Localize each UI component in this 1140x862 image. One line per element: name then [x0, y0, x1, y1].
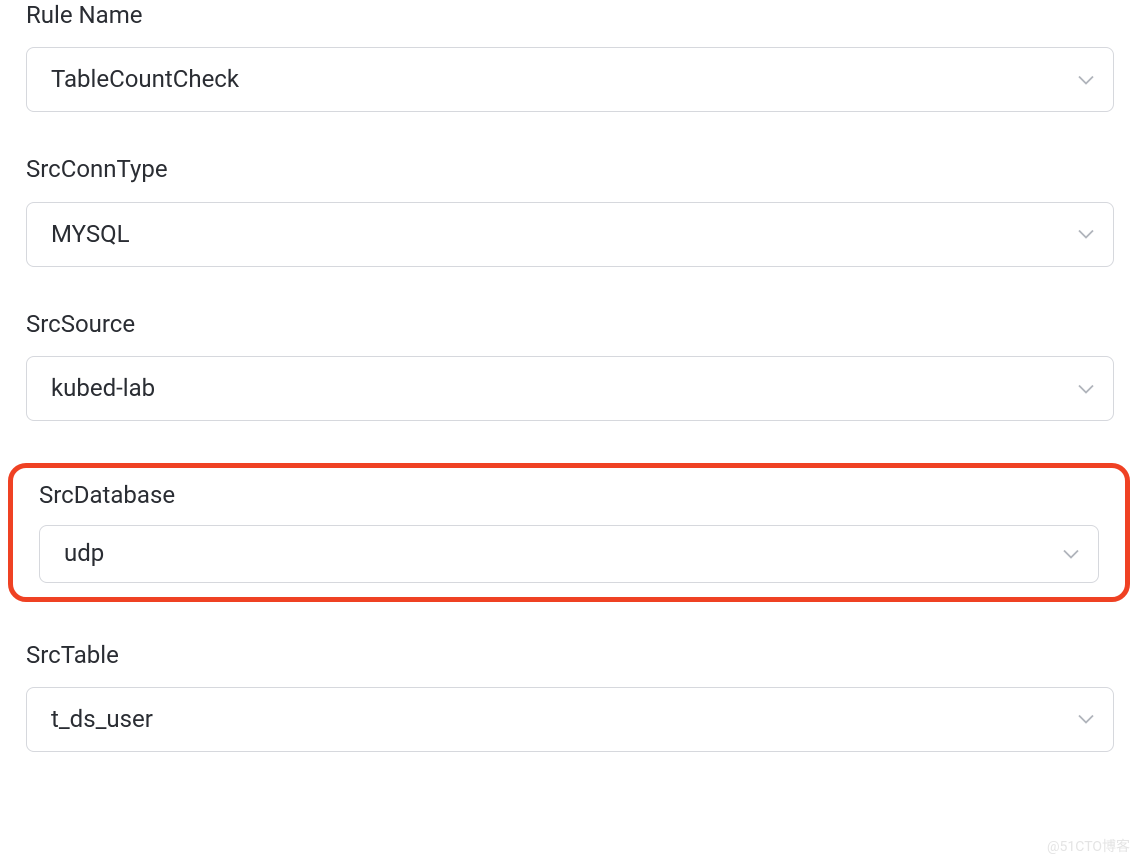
src-source-group: SrcSource kubed-lab — [0, 309, 1140, 421]
src-conn-type-select[interactable]: MYSQL — [26, 202, 1114, 267]
form-container: Rule Name TableCountCheck SrcConnType MY… — [0, 0, 1140, 752]
src-conn-type-value: MYSQL — [51, 219, 1069, 250]
chevron-down-icon — [1077, 380, 1095, 398]
src-table-group: SrcTable t_ds_user — [0, 640, 1140, 752]
src-database-group: SrcDatabase udp — [8, 463, 1130, 601]
src-database-value: udp — [64, 538, 1054, 569]
src-source-select[interactable]: kubed-lab — [26, 356, 1114, 421]
chevron-down-icon — [1077, 71, 1095, 89]
rule-name-select[interactable]: TableCountCheck — [26, 47, 1114, 112]
watermark: @51CTO博客 — [1047, 836, 1130, 856]
chevron-down-icon — [1062, 545, 1080, 563]
src-conn-type-group: SrcConnType MYSQL — [0, 154, 1140, 266]
src-table-label: SrcTable — [26, 640, 1114, 671]
src-database-label: SrcDatabase — [39, 480, 1099, 511]
src-database-select[interactable]: udp — [39, 525, 1099, 582]
src-conn-type-label: SrcConnType — [26, 154, 1114, 185]
rule-name-value: TableCountCheck — [51, 64, 1069, 95]
chevron-down-icon — [1077, 710, 1095, 728]
src-table-value: t_ds_user — [51, 704, 1069, 735]
src-table-select[interactable]: t_ds_user — [26, 687, 1114, 752]
src-source-label: SrcSource — [26, 309, 1114, 340]
rule-name-group: Rule Name TableCountCheck — [0, 0, 1140, 112]
src-source-value: kubed-lab — [51, 373, 1069, 404]
rule-name-label: Rule Name — [26, 0, 1114, 31]
chevron-down-icon — [1077, 225, 1095, 243]
